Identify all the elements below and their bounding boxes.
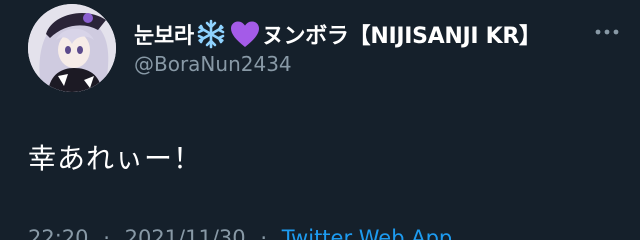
separator-dot: · [103, 226, 110, 240]
user-handle[interactable]: @BoraNun2434 [134, 52, 292, 76]
separator-dot: · [260, 226, 268, 240]
tweet-date[interactable]: 2021/11/30 [125, 226, 246, 240]
avatar-image [28, 4, 116, 92]
more-options-icon[interactable] [594, 24, 620, 38]
tweet-text: 幸あれぃー！ [28, 142, 203, 175]
tweet-metadata: 22:20 · 2021/11/30 · Twitter Web App [28, 226, 452, 240]
snowflake-icon [195, 18, 227, 50]
avatar[interactable] [28, 4, 116, 92]
display-name[interactable]: 눈보라 ヌンボラ 【NIJISANJI KR】 [134, 14, 541, 54]
purple-heart-icon [230, 20, 260, 48]
display-name-affiliation: 【NIJISANJI KR】 [348, 24, 541, 49]
tweet-source-link[interactable]: Twitter Web App [282, 226, 453, 240]
display-name-ko: 눈보라 [134, 24, 194, 49]
tweet-time[interactable]: 22:20 [28, 226, 89, 240]
display-name-jp: ヌンボラ [261, 24, 349, 49]
